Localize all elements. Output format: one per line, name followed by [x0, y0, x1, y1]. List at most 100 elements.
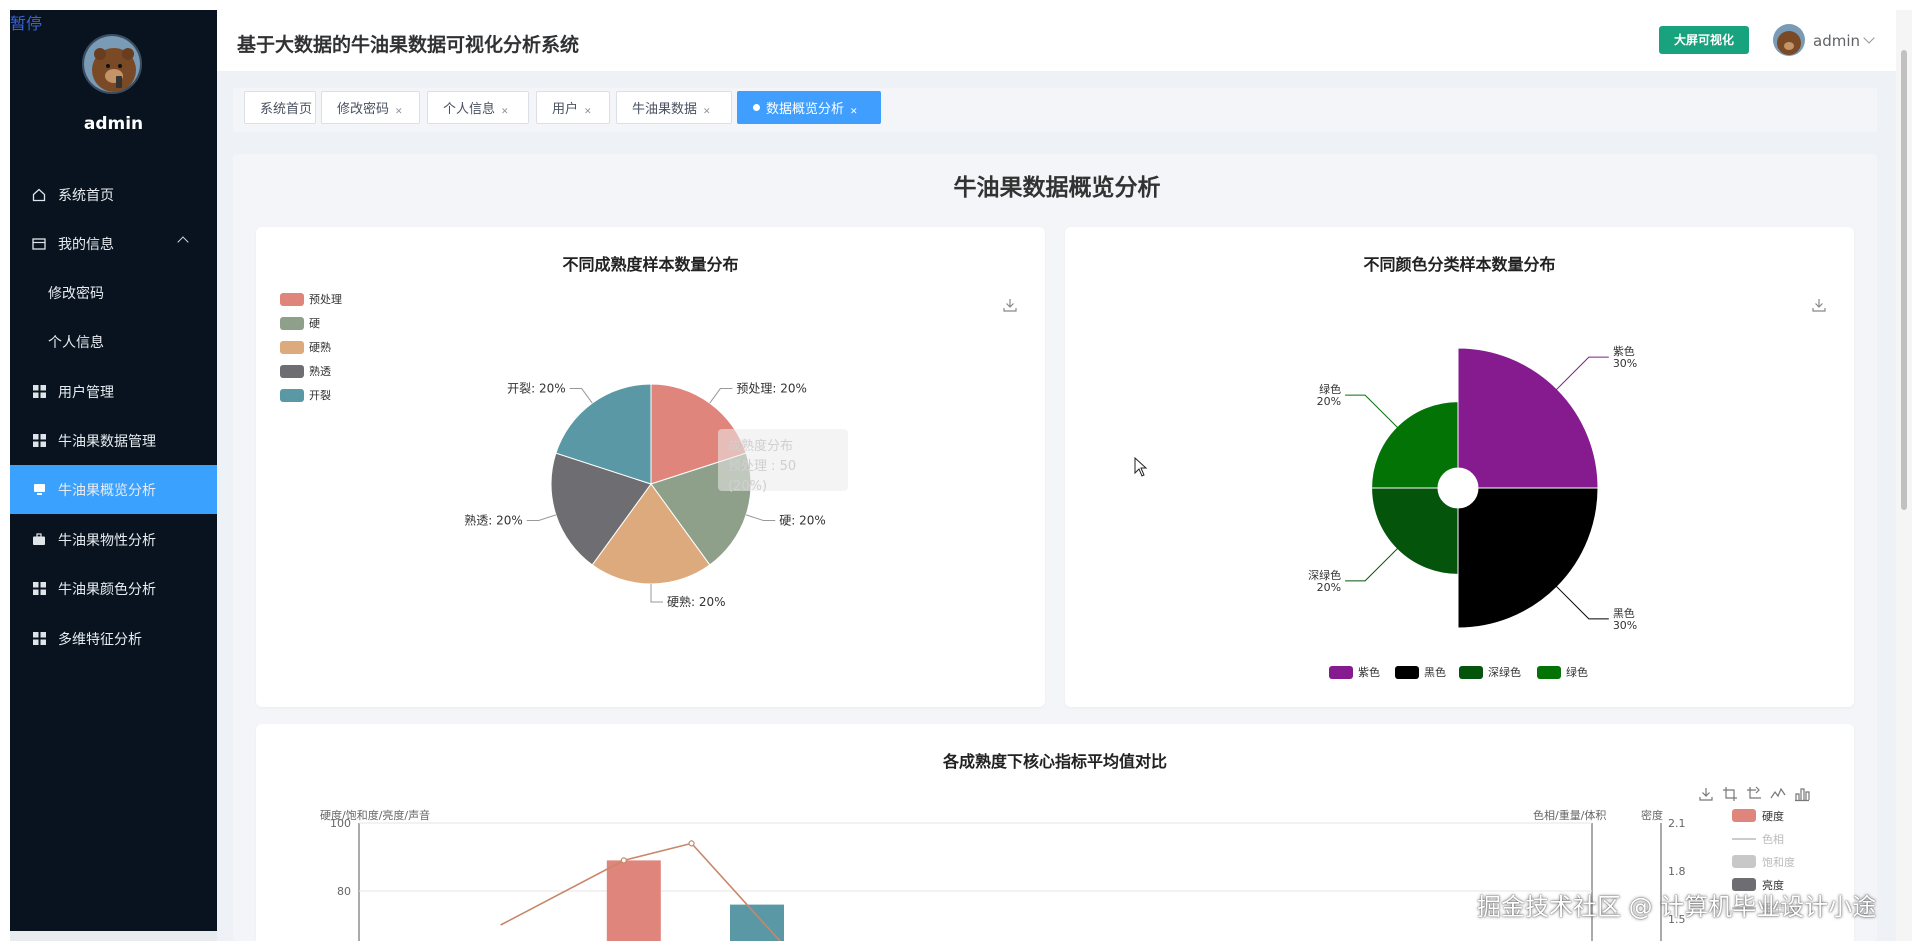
slice-label-name: 绿色 — [1319, 382, 1341, 396]
profile-card-icon — [30, 235, 48, 253]
slice-label-line — [569, 388, 593, 404]
maturity-pie-svg: 预处理: 20% 硬: 20% 硬熟: 20% 熟透: 20% 开裂: 20% — [464, 382, 826, 609]
close-icon[interactable]: ✕ — [703, 107, 711, 117]
sidebar-item-label: 牛油果概览分析 — [58, 482, 156, 499]
legend-item[interactable]: 深绿色 — [1459, 664, 1521, 680]
slice-label: 熟透: 20% — [464, 512, 523, 527]
tabs-bar: 系统首页 修改密码 ✕ 个人信息 ✕ 用户 ✕ 牛油果数据 ✕ 数据概览分析 ✕ — [233, 88, 1877, 132]
sidebar-horizontal-scrollbar[interactable] — [10, 931, 217, 941]
tab-label: 数据概览分析 — [766, 102, 845, 117]
sidebar-item-multidim[interactable]: 多维特征分析 — [10, 614, 217, 663]
pause-label: 暂停 — [10, 14, 43, 33]
sidebar-item-label: 修改密码 — [48, 285, 104, 302]
sidebar-item-home[interactable]: 系统首页 — [10, 170, 217, 219]
sidebar: admin 系统首页 我的信息 修改密码 个人信息 用户管理 牛油果数据管理 牛… — [10, 10, 217, 941]
tab-home[interactable]: 系统首页 — [244, 91, 316, 124]
slice-label-line — [1555, 356, 1609, 391]
tab-change-password[interactable]: 修改密码 ✕ — [321, 91, 420, 124]
header-avatar[interactable] — [1773, 24, 1805, 56]
page-scrollbar[interactable] — [1896, 10, 1912, 941]
legend-label: 紫色 — [1358, 666, 1380, 679]
header-username[interactable]: admin — [1813, 32, 1860, 50]
top-header: 基于大数据的牛油果数据可视化分析系统 大屏可视化 admin — [217, 10, 1897, 72]
close-icon[interactable]: ✕ — [501, 107, 509, 117]
slice-label-name: 黑色 — [1613, 606, 1635, 620]
maturity-pie-card: 不同成熟度样本数量分布 预处理 硬 硬熟 熟透 开裂 预处理: 20% 硬: 20… — [256, 227, 1045, 707]
slice-label: 开裂: 20% — [507, 382, 566, 396]
legend-swatch — [1537, 665, 1561, 679]
legend-label: 饱和度 — [1762, 855, 1795, 869]
legend-item[interactable]: 饱和度 — [1732, 850, 1800, 873]
sidebar-item-label: 用户管理 — [58, 384, 114, 401]
slice-label: 预处理: 20% — [736, 382, 807, 396]
tab-personal-info[interactable]: 个人信息 ✕ — [427, 91, 529, 124]
tab-label: 个人信息 — [443, 102, 496, 117]
avatar[interactable] — [82, 34, 142, 94]
slice-label-percent: 20% — [1317, 581, 1341, 594]
tab-users[interactable]: 用户 ✕ — [536, 91, 610, 124]
chevron-up-icon — [177, 236, 189, 248]
main-area: 系统首页 修改密码 ✕ 个人信息 ✕ 用户 ✕ 牛油果数据 ✕ 数据概览分析 ✕ 牛油果数… — [217, 72, 1897, 941]
tab-label: 用户 — [552, 102, 579, 117]
big-screen-button[interactable]: 大屏可视化 — [1659, 26, 1749, 54]
legend-swatch — [1732, 855, 1756, 868]
sidebar-item-physical[interactable]: 牛油果物性分析 — [10, 515, 217, 564]
legend-item[interactable]: 绿色 — [1537, 664, 1588, 680]
color-rose-svg: 紫色30%黑色30%深绿色20%绿色20% — [1308, 344, 1637, 632]
sidebar-item-users[interactable]: 用户管理 — [10, 367, 217, 416]
mouse-cursor-icon — [1134, 457, 1148, 477]
line-point[interactable] — [688, 840, 695, 847]
legend-swatch — [1459, 665, 1483, 679]
monitor-icon — [30, 481, 48, 499]
legend-item[interactable]: 紫色 — [1329, 664, 1380, 680]
home-icon — [30, 186, 48, 204]
sidebar-item-avocado-data[interactable]: 牛油果数据管理 — [10, 416, 217, 465]
legend-label: 硬度 — [1762, 809, 1784, 823]
sidebar-item-label: 系统首页 — [58, 187, 114, 204]
grid-icon — [30, 432, 48, 450]
pie-tooltip: 成熟度分布 预处理 : 50 (20%) — [718, 429, 848, 494]
sidebar-item-overview[interactable]: 牛油果概览分析 — [10, 465, 217, 514]
tab-data-overview[interactable]: 数据概览分析 ✕ — [737, 91, 881, 124]
slice-label-line — [1345, 394, 1399, 429]
sidebar-item-color[interactable]: 牛油果颜色分析 — [10, 564, 217, 613]
tooltip-text: 预处理 : 50 (20%) — [728, 459, 797, 494]
sidebar-item-my-info[interactable]: 我的信息 — [10, 219, 217, 268]
slice-label: 硬: 20% — [779, 513, 826, 527]
sidebar-item-label: 个人信息 — [48, 334, 104, 351]
tab-avocado-data[interactable]: 牛油果数据 ✕ — [616, 91, 732, 124]
close-icon[interactable]: ✕ — [584, 107, 592, 117]
sidebar-item-change-password[interactable]: 修改密码 — [10, 268, 217, 317]
legend-item[interactable]: 色相 — [1732, 827, 1800, 850]
line-point[interactable] — [620, 857, 627, 864]
legend-label: 黑色 — [1424, 666, 1446, 679]
tab-label: 系统首页 — [260, 102, 313, 117]
chevron-down-icon[interactable] — [1863, 32, 1875, 44]
sidebar-item-label: 牛油果物性分析 — [58, 532, 156, 549]
tab-label: 修改密码 — [337, 102, 390, 117]
slice-label-percent: 30% — [1613, 619, 1637, 632]
sidebar-item-label: 牛油果颜色分析 — [58, 581, 156, 598]
sidebar-item-label: 我的信息 — [58, 236, 114, 253]
slice-label-line — [650, 584, 663, 603]
active-dot-icon — [753, 104, 760, 111]
close-icon[interactable]: ✕ — [395, 107, 403, 117]
legend-item[interactable]: 黑色 — [1395, 664, 1446, 680]
y-tick-label: 80 — [337, 885, 351, 898]
slice-label: 硬熟: 20% — [667, 594, 726, 609]
legend-item[interactable]: 硬度 — [1732, 804, 1800, 827]
scrollbar-thumb[interactable] — [1901, 50, 1907, 510]
y-tick-label: 1.8 — [1668, 865, 1686, 878]
slice-label-line — [1555, 585, 1609, 620]
sidebar-item-label: 多维特征分析 — [58, 631, 142, 648]
sidebar-item-personal-info[interactable]: 个人信息 — [10, 317, 217, 366]
close-icon[interactable]: ✕ — [850, 107, 858, 117]
grid-icon — [30, 630, 48, 648]
legend-swatch — [1395, 665, 1419, 679]
slice-label-percent: 30% — [1613, 357, 1637, 370]
briefcase-icon — [30, 531, 48, 549]
grid-icon — [30, 580, 48, 598]
sidebar-username: admin — [83, 114, 144, 134]
bar[interactable] — [606, 860, 661, 941]
slice-label-line — [709, 388, 733, 404]
